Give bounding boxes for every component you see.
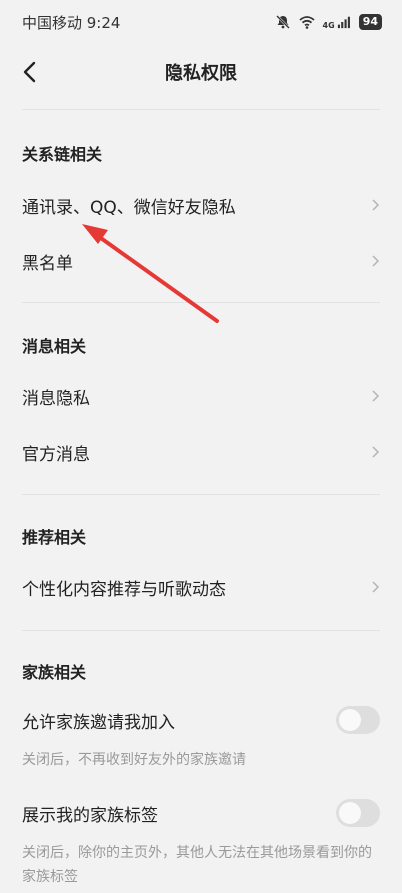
page-title: 隐私权限: [165, 63, 237, 84]
chevron-right-icon: [372, 255, 380, 267]
toggle-knob: [339, 802, 361, 824]
nav-bar: 隐私权限: [0, 44, 402, 100]
divider: [22, 109, 380, 110]
row-message-privacy[interactable]: 消息隐私: [0, 372, 402, 420]
section-header-family: 家族相关: [22, 663, 87, 682]
chevron-right-icon: [372, 581, 380, 593]
show-family-tag-desc: 关闭后，除你的主页外，其他人无法在其他场景看到你的家族标签: [22, 845, 372, 885]
row-show-family-tag: 展示我的家族标签: [0, 789, 402, 837]
status-bar: 中国移动 9:24 4G 94: [0, 0, 402, 44]
row-blacklist[interactable]: 黑名单: [0, 237, 402, 285]
show-family-tag-toggle[interactable]: [336, 799, 380, 827]
row-label: 个性化内容推荐与听歌动态: [22, 579, 226, 600]
status-carrier-time: 中国移动 9:24: [22, 13, 121, 32]
row-label: 黑名单: [22, 253, 73, 274]
chevron-right-icon: [372, 199, 380, 211]
row-label: 通讯录、QQ、微信好友隐私: [22, 197, 236, 218]
status-icons: 4G 94: [275, 14, 382, 30]
section-header-recommend: 推荐相关: [22, 528, 87, 547]
divider: [22, 494, 380, 495]
section-header-messages: 消息相关: [22, 337, 87, 356]
back-arrow-icon: [23, 61, 36, 83]
row-official-messages[interactable]: 官方消息: [0, 428, 402, 476]
row-label: 展示我的家族标签: [22, 805, 158, 826]
toggle-knob: [339, 709, 361, 731]
row-label: 消息隐私: [22, 388, 90, 409]
allow-family-invite-desc: 关闭后，不再收到好友外的家族邀请: [22, 752, 246, 768]
divider: [22, 630, 380, 631]
chevron-right-icon: [372, 390, 380, 402]
signal-group: 4G: [323, 14, 351, 30]
cell-signal-icon: [337, 16, 350, 29]
section-header-relations: 关系链相关: [22, 145, 103, 164]
mute-bell-icon: [275, 15, 290, 29]
row-personalized-recommend[interactable]: 个性化内容推荐与听歌动态: [0, 563, 402, 611]
allow-family-invite-toggle[interactable]: [336, 706, 380, 734]
network-type-label: 4G: [322, 21, 335, 30]
row-label: 允许家族邀请我加入: [22, 712, 175, 733]
battery-icon: 94: [358, 14, 382, 30]
back-button[interactable]: [14, 56, 46, 88]
row-contacts-privacy[interactable]: 通讯录、QQ、微信好友隐私: [0, 181, 402, 229]
divider: [22, 302, 380, 303]
row-label: 官方消息: [22, 444, 90, 465]
wifi-icon: [298, 16, 315, 29]
row-allow-family-invite: 允许家族邀请我加入: [0, 696, 402, 744]
chevron-right-icon: [372, 446, 380, 458]
